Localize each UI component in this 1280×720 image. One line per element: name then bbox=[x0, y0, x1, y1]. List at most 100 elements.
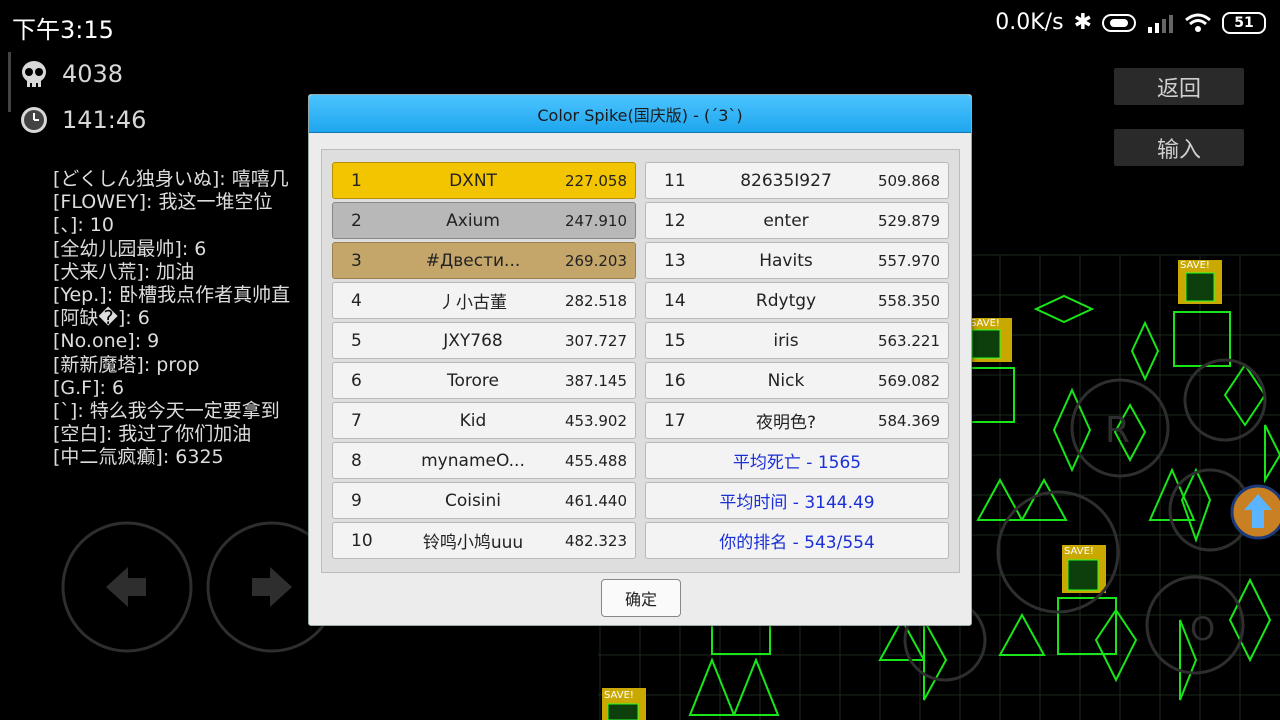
player-score: 461.440 bbox=[564, 491, 627, 510]
leaderboard-row: 3 #Двести... 269.203 bbox=[332, 242, 636, 279]
time-stat: 141:46 bbox=[18, 104, 146, 136]
arrow-icons bbox=[106, 567, 292, 607]
dialog-title: Color Spike(国庆版) - (ˊ3ˋ) bbox=[309, 95, 971, 133]
leaderboard-row: 15 iris 563.221 bbox=[645, 322, 949, 359]
chat-line: [中二氚疯癫]: 6325 bbox=[53, 446, 224, 469]
player-name: 丿小古董 bbox=[439, 293, 507, 313]
signal-icon bbox=[1148, 14, 1173, 33]
rank-number: 12 bbox=[664, 210, 686, 231]
rank-number: 2 bbox=[351, 210, 362, 231]
leaderboard-row: 7 Kid 453.902 bbox=[332, 402, 636, 439]
leaderboard-row: 8 mynameO... 455.488 bbox=[332, 442, 636, 479]
back-button[interactable]: 返回 bbox=[1114, 68, 1244, 105]
leaderboard-row: 11 82635I927 509.868 bbox=[645, 162, 949, 199]
skull-icon bbox=[18, 58, 50, 90]
chat-line: [FLOWEY]: 我这一堆空位 bbox=[53, 191, 273, 214]
rank-number: 6 bbox=[351, 370, 362, 391]
status-time: 下午3:15 bbox=[12, 16, 114, 44]
chat-line: [全幼儿园最帅]: 6 bbox=[53, 237, 207, 260]
player-score: 269.203 bbox=[564, 251, 627, 270]
stats-divider bbox=[8, 52, 11, 112]
player-score: 387.145 bbox=[564, 371, 627, 390]
player-score: 558.350 bbox=[877, 291, 940, 310]
player-name: 82635I927 bbox=[740, 170, 832, 191]
player-score: 455.488 bbox=[564, 451, 627, 470]
control-letter-o: O bbox=[1190, 610, 1215, 648]
leaderboard-dialog: Color Spike(国庆版) - (ˊ3ˋ) 1 DXNT 227.058 … bbox=[308, 94, 972, 626]
player-name: Kid bbox=[459, 410, 487, 431]
player-name: 夜明色? bbox=[755, 413, 817, 433]
chat-line: [犬来八荒]: 加油 bbox=[53, 260, 195, 283]
player-score: 509.868 bbox=[877, 171, 940, 190]
svg-text:SAVE!: SAVE! bbox=[970, 318, 1000, 329]
your-rank: 你的排名 - 543/554 bbox=[645, 522, 949, 559]
rank-number: 17 bbox=[664, 410, 686, 431]
player-name: Torore bbox=[447, 370, 499, 391]
leaderboard-row: 13 Havits 557.970 bbox=[645, 242, 949, 279]
leaderboard-row: 10 铃鸣小鸠uuu 482.323 bbox=[332, 522, 636, 559]
player-score: 282.518 bbox=[564, 291, 627, 310]
average-time: 平均时间 - 3144.49 bbox=[645, 482, 949, 519]
player-score: 453.902 bbox=[564, 411, 627, 430]
ok-button[interactable]: 确定 bbox=[601, 579, 681, 617]
player-score: 569.082 bbox=[877, 371, 940, 390]
player-score: 247.910 bbox=[564, 211, 627, 230]
player-score: 307.727 bbox=[564, 331, 627, 350]
chat-line: [新新魔塔]: prop bbox=[53, 353, 200, 376]
player-name: Nick bbox=[767, 370, 805, 391]
leaderboard-row: 14 Rdytgy 558.350 bbox=[645, 282, 949, 319]
player-name: Havits bbox=[759, 250, 813, 271]
chat-line: [阿缺�]: 6 bbox=[53, 307, 150, 330]
player-score: 563.221 bbox=[877, 331, 940, 350]
clock-icon bbox=[18, 104, 50, 136]
player-name: 铃鸣小鸠uuu bbox=[422, 533, 524, 553]
rank-number: 10 bbox=[351, 530, 373, 551]
leaderboard-row: 16 Nick 569.082 bbox=[645, 362, 949, 399]
svg-text:SAVE!: SAVE! bbox=[1064, 546, 1094, 557]
player-score: 482.323 bbox=[564, 531, 627, 550]
svg-text:SAVE!: SAVE! bbox=[1180, 260, 1210, 271]
player-name: enter bbox=[763, 210, 809, 231]
rank-number: 11 bbox=[664, 170, 686, 191]
rank-number: 9 bbox=[351, 490, 362, 511]
player-name: Rdytgy bbox=[755, 290, 817, 311]
leaderboard-row: 1 DXNT 227.058 bbox=[332, 162, 636, 199]
rank-number: 3 bbox=[351, 250, 362, 271]
average-deaths: 平均死亡 - 1565 bbox=[645, 442, 949, 479]
rank-number: 16 bbox=[664, 370, 686, 391]
leaderboard-row: 5 JXY768 307.727 bbox=[332, 322, 636, 359]
player-name: Coisini bbox=[444, 490, 502, 511]
toggle-icon bbox=[1102, 13, 1136, 32]
input-button[interactable]: 输入 bbox=[1114, 129, 1244, 166]
leaderboard-row: 17 夜明色? 584.369 bbox=[645, 402, 949, 439]
player-name: JXY768 bbox=[443, 330, 503, 351]
player-score: 227.058 bbox=[564, 171, 627, 190]
leaderboard-row: 2 Axium 247.910 bbox=[332, 202, 636, 239]
player-score: 557.970 bbox=[877, 251, 940, 270]
player-name: iris bbox=[773, 330, 799, 351]
chat-line: [どくしん独身いぬ]: 嘻嘻几 bbox=[53, 168, 289, 190]
rank-number: 5 bbox=[351, 330, 362, 351]
wifi-icon bbox=[1185, 13, 1211, 32]
rank-number: 7 bbox=[351, 410, 362, 431]
battery-icon: 51 bbox=[1222, 11, 1266, 34]
chat-line: [、]: 10 bbox=[53, 214, 114, 237]
time-count: 141:46 bbox=[62, 106, 147, 134]
deaths-count: 4038 bbox=[62, 60, 124, 88]
player-name: mynameO... bbox=[421, 450, 525, 471]
rank-number: 13 bbox=[664, 250, 686, 271]
player-name: #Двести... bbox=[425, 250, 521, 271]
player-name: Axium bbox=[446, 210, 500, 231]
leaderboard-panel: 1 DXNT 227.058 2 Axium 247.910 3 #Двести… bbox=[321, 149, 960, 573]
chat-line: [No.one]: 9 bbox=[53, 330, 160, 353]
player-score: 529.879 bbox=[877, 211, 940, 230]
player-score: 584.369 bbox=[877, 411, 940, 430]
svg-text:SAVE!: SAVE! bbox=[604, 690, 634, 701]
status-right: 0.0K/s ✱ 51 bbox=[995, 10, 1266, 35]
chat-line: [Yep.]: 卧槽我点作者真帅直 bbox=[53, 284, 291, 307]
leaderboard-row: 9 Coisini 461.440 bbox=[332, 482, 636, 519]
rank-number: 15 bbox=[664, 330, 686, 351]
jump-button-icon bbox=[1230, 484, 1280, 540]
deaths-stat: 4038 bbox=[18, 58, 123, 90]
bluetooth-icon: ✱ bbox=[1073, 10, 1092, 35]
